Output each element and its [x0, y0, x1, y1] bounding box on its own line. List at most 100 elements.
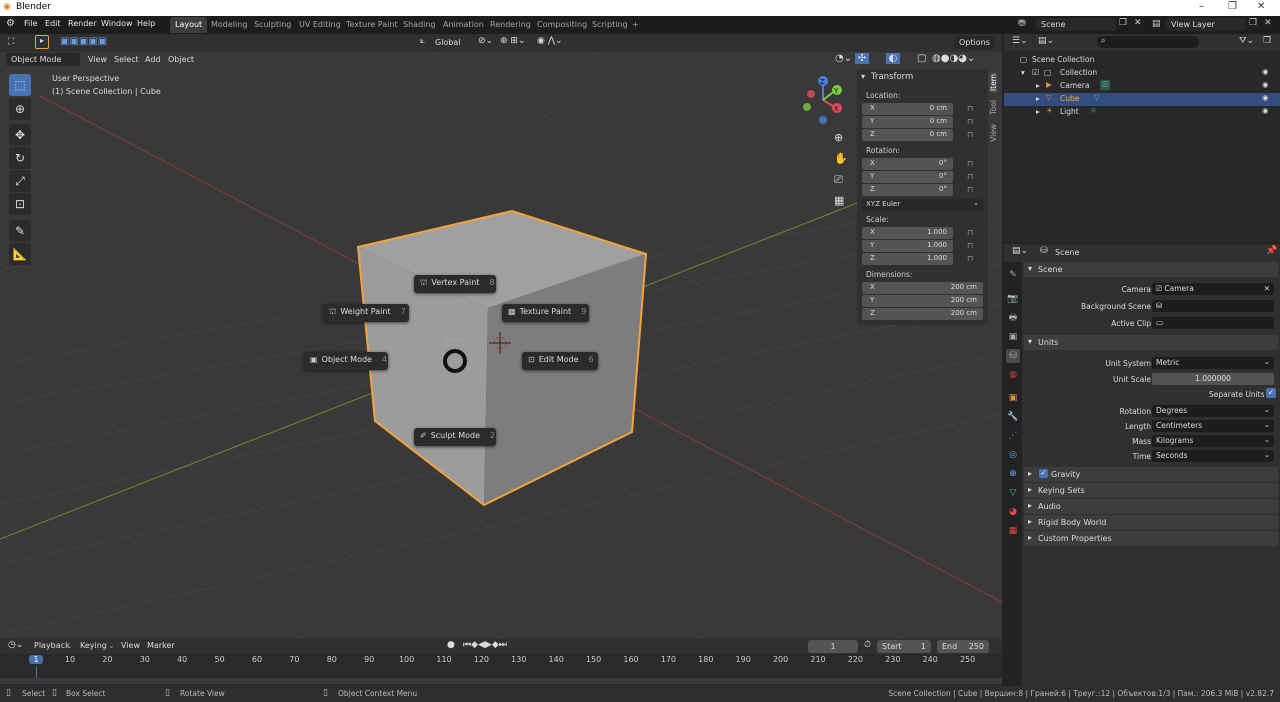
pie-vertex-paint[interactable]: ⛫ Vertex Paint 8: [414, 275, 496, 293]
scale-z-field[interactable]: Z 1.000: [862, 253, 953, 265]
rotation-y-field[interactable]: Y 0°: [862, 171, 953, 183]
location-x-field[interactable]: X 0 cm: [862, 103, 953, 115]
timeline-menu-playback[interactable]: Playback: [34, 641, 70, 650]
scale-y-field[interactable]: Y 1.000: [862, 240, 953, 252]
dimensions-z-field[interactable]: Z 200 cm: [862, 308, 983, 320]
tab-compositing[interactable]: Compositing: [532, 17, 592, 33]
menu-render[interactable]: Render: [68, 19, 96, 28]
lock-scale-y-icon[interactable]: ⊓: [967, 241, 973, 250]
timeline-scrollbar[interactable]: [0, 678, 1002, 684]
transform-orientation-dropdown[interactable]: Global: [430, 36, 466, 49]
object-tab-icon[interactable]: ▣: [1006, 391, 1020, 405]
camera-field[interactable]: ⎚ Camera ✕: [1152, 283, 1274, 295]
tab-rendering[interactable]: Rendering: [485, 17, 536, 33]
scene-section-header[interactable]: ▾ Scene: [1024, 262, 1278, 277]
options-dropdown[interactable]: Options: [954, 36, 995, 49]
camera-view-icon[interactable]: ⎚: [834, 173, 843, 187]
lock-rotation-y-icon[interactable]: ⊓: [967, 172, 973, 181]
new-scene-icon[interactable]: ❐: [1119, 18, 1127, 28]
unit-system-dropdown[interactable]: Metric ⌄: [1152, 357, 1274, 369]
lock-scale-z-icon[interactable]: ⊓: [967, 254, 973, 263]
scene-selector[interactable]: Scene: [1036, 18, 1116, 31]
shading-modes-icon[interactable]: ◍●◑◕⌄: [932, 53, 975, 64]
record-icon[interactable]: ●: [447, 640, 455, 650]
rotation-units-dropdown[interactable]: Degrees ⌄: [1152, 405, 1274, 417]
active-clip-field[interactable]: ▭: [1152, 317, 1274, 329]
tab-uv-editing[interactable]: UV Editing: [294, 17, 346, 33]
cube-mesh[interactable]: [356, 209, 648, 507]
close-button[interactable]: ✕: [1257, 1, 1265, 12]
expand-icon[interactable]: ▸: [1036, 94, 1040, 103]
active-tool-icon[interactable]: ▸: [35, 35, 49, 49]
outliner-row-cube[interactable]: ▸ ▽ Cube ▽ ◉: [1004, 93, 1280, 106]
checkbox-icon[interactable]: ☑: [1032, 68, 1039, 77]
expand-icon[interactable]: ▾: [1021, 68, 1025, 77]
pie-texture-paint[interactable]: ▩ Texture Paint 9: [502, 304, 589, 322]
eye-icon[interactable]: ◉: [1262, 93, 1269, 102]
lock-rotation-z-icon[interactable]: ⊓: [967, 185, 973, 194]
gizmo-toggle-icon[interactable]: ✣: [855, 53, 869, 64]
xray-icon[interactable]: ▢: [917, 53, 926, 64]
timeline-menu-marker[interactable]: Marker: [147, 641, 175, 650]
timeline-editor-icon[interactable]: ◷⌄: [8, 640, 23, 650]
rotate-tool-icon[interactable]: ↻: [9, 147, 31, 169]
view-layer-tab-icon[interactable]: ▣: [1006, 330, 1020, 344]
time-units-dropdown[interactable]: Seconds ⌄: [1152, 450, 1274, 462]
menu-file[interactable]: File: [24, 19, 37, 28]
length-units-dropdown[interactable]: Centimeters ⌄: [1152, 420, 1274, 432]
overlay-toggle-icon[interactable]: ◐: [886, 53, 900, 64]
mode-dropdown[interactable]: Object Mode: [6, 53, 80, 66]
custom-properties-section-header[interactable]: ▸ Custom Properties: [1024, 531, 1278, 546]
timeline-menu-view[interactable]: View: [121, 641, 140, 650]
mass-units-dropdown[interactable]: Kilograms ⌄: [1152, 435, 1274, 447]
playback-controls-icon[interactable]: ⏮◆◀▶◆⏭: [463, 640, 507, 650]
select-mode-icons[interactable]: ▣▣▣▣▣: [60, 36, 107, 47]
audio-section-header[interactable]: ▸ Audio: [1024, 499, 1278, 514]
rigid-body-world-section-header[interactable]: ▸ Rigid Body World: [1024, 515, 1278, 530]
viewport-menu-select[interactable]: Select: [114, 55, 139, 64]
scale-x-field[interactable]: X 1.000: [862, 227, 953, 239]
menu-help[interactable]: Help: [137, 19, 155, 28]
tab-shading[interactable]: Shading: [398, 17, 441, 33]
pie-weight-paint[interactable]: ⛫ Weight Paint 7: [323, 304, 409, 322]
eye-icon[interactable]: ◉: [1262, 106, 1269, 115]
pivot-icon[interactable]: ⊘⌄: [478, 36, 493, 46]
texture-tab-icon[interactable]: ▦: [1006, 524, 1020, 538]
eye-icon[interactable]: ◉: [1262, 67, 1269, 76]
units-section-header[interactable]: ▾ Units: [1024, 335, 1278, 350]
tab-animation[interactable]: Animation: [438, 17, 489, 33]
display-mode-icon[interactable]: ▤⌄: [1038, 36, 1054, 46]
tab-layout[interactable]: Layout: [170, 17, 208, 33]
tab-sculpting[interactable]: Sculpting: [249, 17, 296, 33]
move-tool-icon[interactable]: ✥: [9, 124, 31, 146]
viewport-menu-add[interactable]: Add: [145, 55, 161, 64]
cursor-tool-icon[interactable]: ⊕: [9, 98, 31, 120]
transform-collapse-icon[interactable]: ▾: [861, 72, 865, 81]
lock-scale-x-icon[interactable]: ⊓: [967, 228, 973, 237]
timeline-ruler[interactable]: 1 10 20 30 40 50 60 70 80 90 100 110 120 130 140 150 160…: [0, 654, 1002, 686]
visibility-icon[interactable]: ◔⌄: [835, 53, 852, 64]
tab-modeling[interactable]: Modeling: [206, 17, 252, 33]
transform-tool-icon[interactable]: ⊡: [9, 193, 31, 215]
view-layer-selector[interactable]: View Layer: [1166, 18, 1246, 31]
proportional-edit-icon[interactable]: ◉ ⋀⌄: [537, 36, 563, 46]
viewport-menu-view[interactable]: View: [88, 55, 107, 64]
outliner-row-scene-collection[interactable]: ▢ Scene Collection: [1004, 54, 1280, 67]
measure-tool-icon[interactable]: 📐: [9, 243, 31, 265]
separate-units-checkbox[interactable]: ✓: [1266, 388, 1276, 398]
clear-icon[interactable]: ✕: [1264, 283, 1270, 295]
pan-hand-icon[interactable]: ✋: [834, 152, 848, 165]
lock-location-y-icon[interactable]: ⊓: [967, 117, 973, 126]
outliner-row-camera[interactable]: ▸ ▶ Camera ⎚ ◉: [1004, 80, 1280, 93]
constraints-tab-icon[interactable]: ⊕: [1006, 467, 1020, 481]
pie-object-mode[interactable]: ▣ Object Mode 4: [304, 352, 388, 370]
new-collection-icon[interactable]: ❐: [1263, 36, 1271, 46]
annotate-tool-icon[interactable]: ✎: [9, 220, 31, 242]
snap-icon[interactable]: ⊕ ⊞⌄: [500, 36, 525, 46]
gravity-section-header[interactable]: ▸ ✓ Gravity: [1024, 467, 1278, 482]
location-y-field[interactable]: Y 0 cm: [862, 116, 953, 128]
navigation-gizmo[interactable]: Z X Y: [798, 74, 848, 126]
sidebar-tab-tool[interactable]: Tool: [989, 100, 998, 115]
editor-type-icon[interactable]: ⛶: [8, 37, 14, 47]
lock-rotation-x-icon[interactable]: ⊓: [967, 159, 973, 168]
